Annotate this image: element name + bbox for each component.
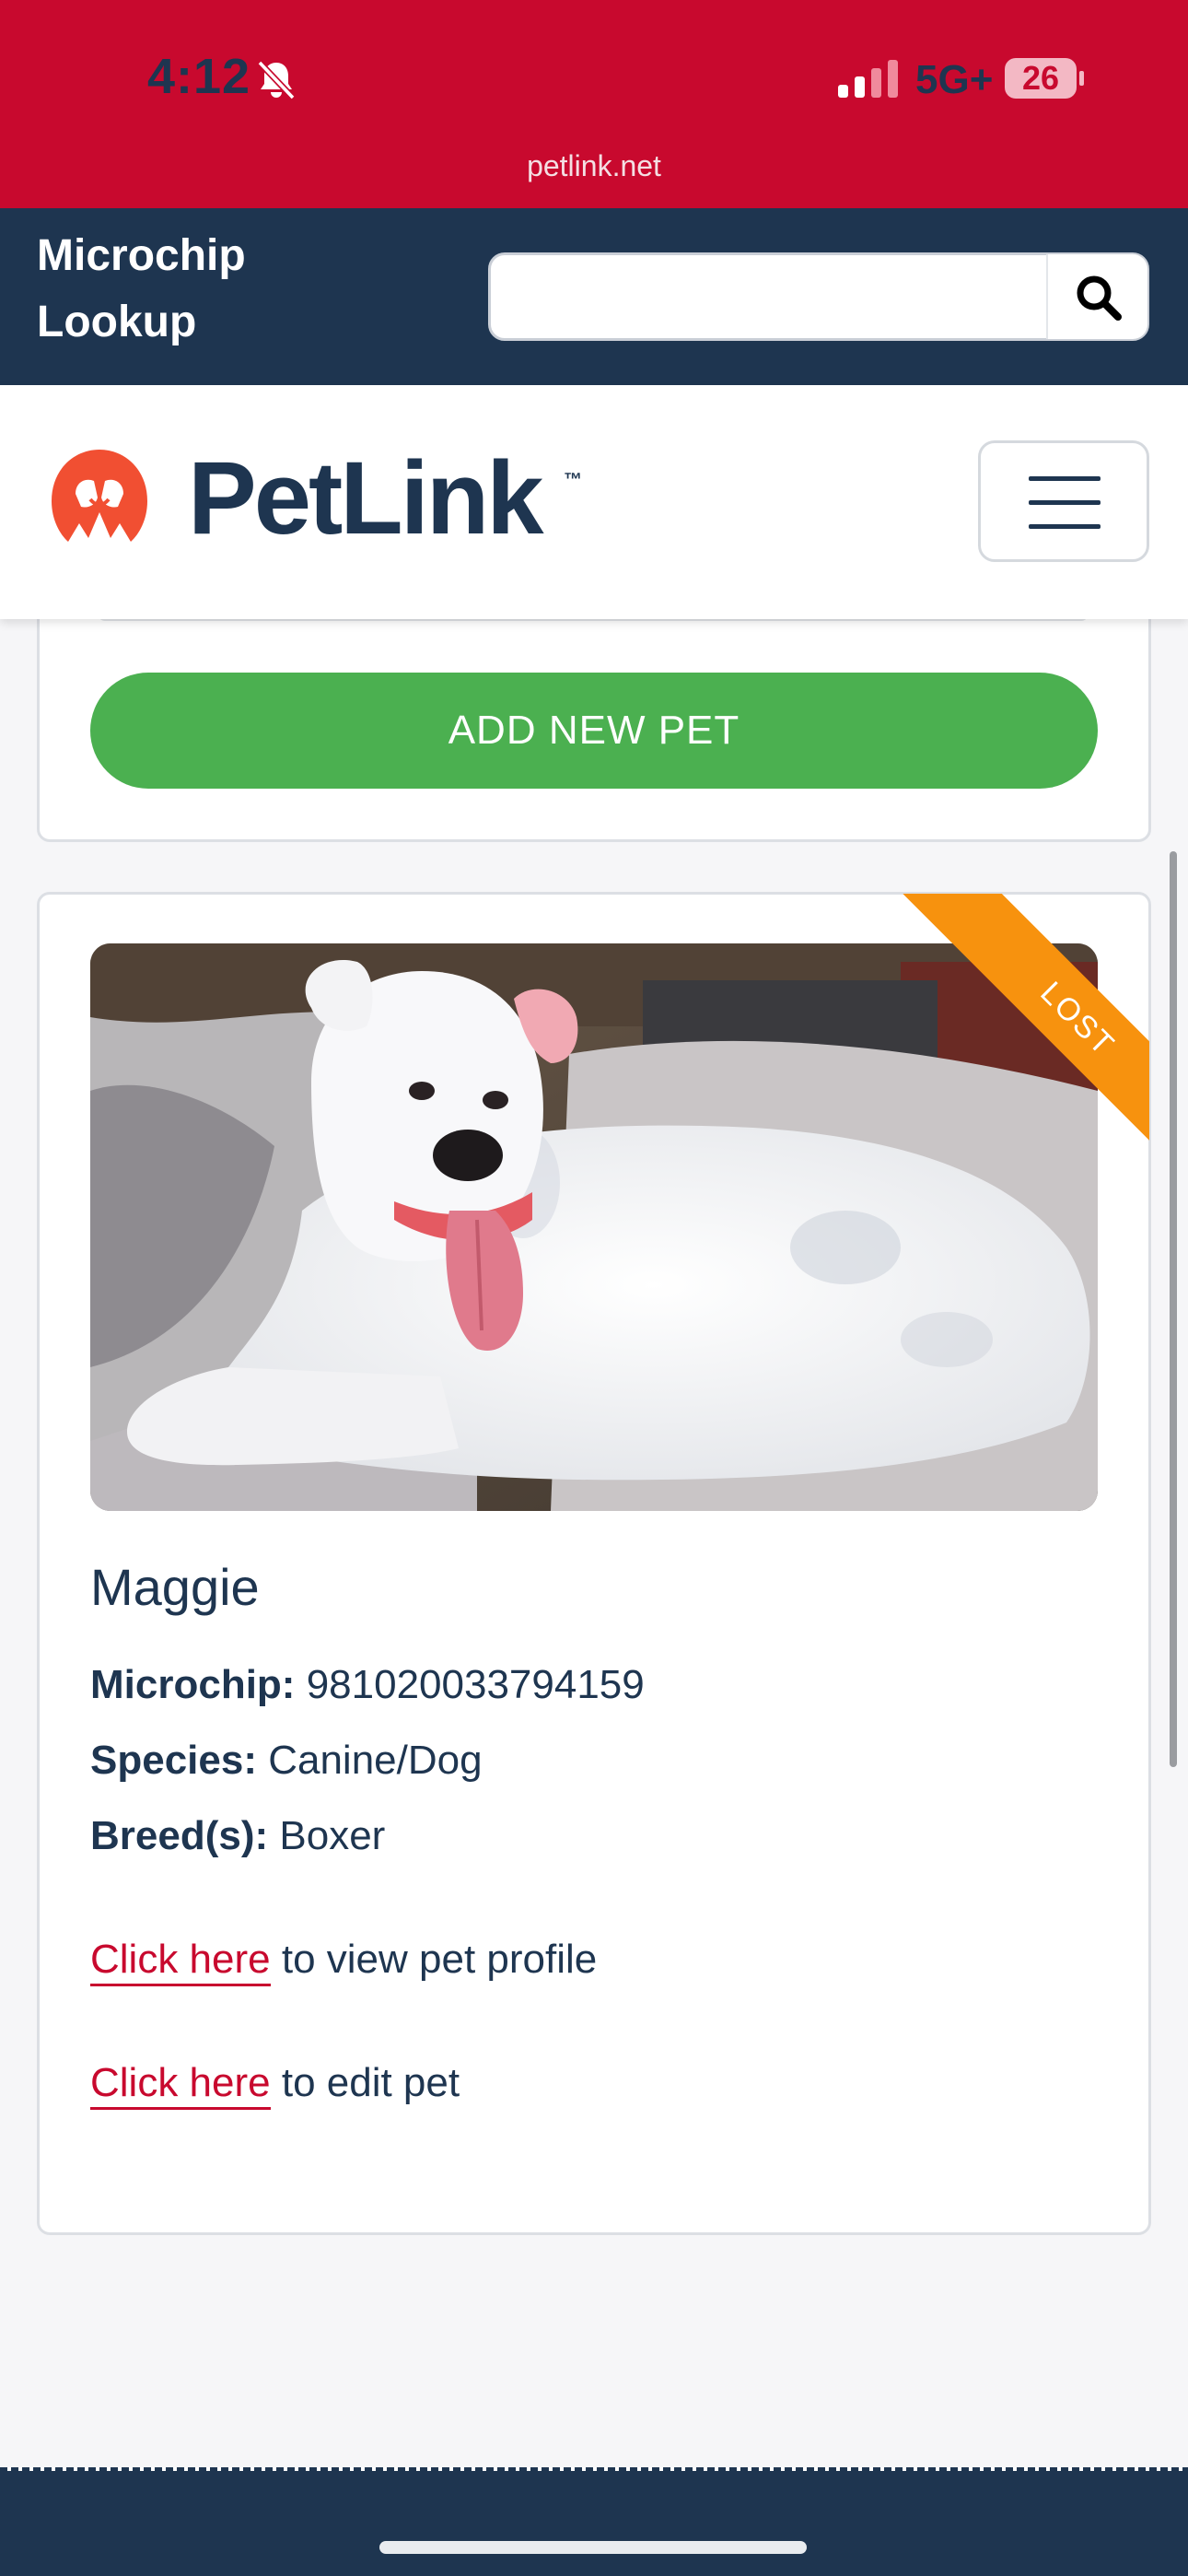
network-type: 5G+ bbox=[915, 57, 994, 102]
view-profile-text: to view pet profile bbox=[270, 1937, 598, 1982]
lost-ribbon: LOST bbox=[853, 894, 1149, 1190]
menu-line-icon bbox=[1029, 524, 1101, 529]
menu-line-icon bbox=[1029, 500, 1101, 505]
home-indicator[interactable] bbox=[379, 2541, 807, 2554]
hamburger-menu-button[interactable] bbox=[978, 440, 1149, 562]
site-footer bbox=[0, 2471, 1188, 2576]
scrollbar[interactable] bbox=[1170, 851, 1177, 1767]
search-icon bbox=[1077, 275, 1122, 321]
breed-value: Boxer bbox=[279, 1813, 386, 1858]
menu-line-icon bbox=[1029, 476, 1101, 481]
battery-icon: 26 bbox=[1004, 57, 1085, 100]
breed-row: Breed(s): Boxer bbox=[90, 1813, 385, 1859]
species-value: Canine/Dog bbox=[268, 1738, 483, 1783]
trademark-symbol: ™ bbox=[564, 470, 582, 490]
add-new-pet-button[interactable]: ADD NEW PET bbox=[90, 673, 1098, 789]
edit-pet-text: to edit pet bbox=[270, 2060, 460, 2105]
battery-level: 26 bbox=[1021, 59, 1060, 97]
edit-pet-row: Click here to edit pet bbox=[90, 2060, 460, 2110]
url-label[interactable]: petlink.net bbox=[0, 149, 1188, 183]
bell-muted-icon bbox=[257, 60, 296, 100]
species-label: Species: bbox=[90, 1738, 257, 1783]
microchip-label: Microchip: bbox=[90, 1662, 296, 1707]
status-time: 4:12 bbox=[147, 49, 251, 104]
search-button[interactable] bbox=[1046, 254, 1147, 339]
species-row: Species: Canine/Dog bbox=[90, 1738, 483, 1784]
breed-label: Breed(s): bbox=[90, 1813, 269, 1858]
microchip-row: Microchip: 981020033794159 bbox=[90, 1662, 645, 1708]
brand-name[interactable]: PetLink bbox=[188, 439, 544, 557]
view-profile-row: Click here to view pet profile bbox=[90, 1937, 598, 1986]
signal-icon bbox=[838, 60, 898, 98]
microchip-number: 981020033794159 bbox=[306, 1662, 645, 1707]
lost-status-label: LOST bbox=[903, 894, 1149, 1190]
view-profile-link[interactable]: Click here bbox=[90, 1937, 271, 1986]
pet-name: Maggie bbox=[90, 1558, 260, 1616]
petlink-logo-icon[interactable] bbox=[42, 446, 157, 547]
lookup-title: Microchip Lookup bbox=[37, 231, 246, 346]
edit-pet-link[interactable]: Click here bbox=[90, 2060, 271, 2110]
